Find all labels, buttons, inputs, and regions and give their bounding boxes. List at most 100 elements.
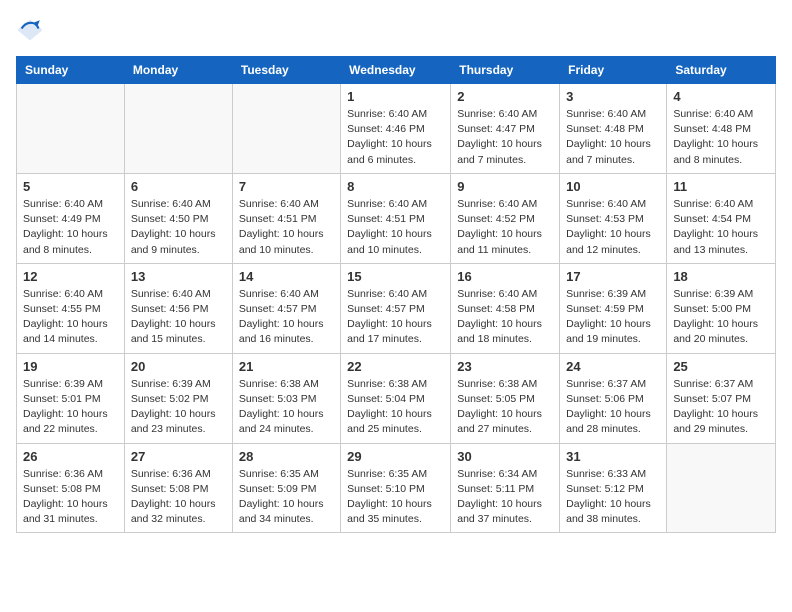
day-info: Sunrise: 6:40 AM Sunset: 4:53 PM Dayligh… [566,197,660,258]
day-number: 23 [457,359,553,374]
day-number: 18 [673,269,769,284]
week-row-2: 5 Sunrise: 6:40 AM Sunset: 4:49 PM Daylig… [17,173,776,263]
day-cell: 25Sunrise: 6:37 AM Sunset: 5:07 PM Dayli… [667,353,776,443]
day-info: Sunrise: 6:40 AM Sunset: 4:48 PM Dayligh… [673,107,769,168]
day-info: Sunrise: 6:38 AM Sunset: 5:04 PM Dayligh… [347,377,444,438]
day-number: 6 [131,179,226,194]
day-number: 26 [23,449,118,464]
day-info: Sunrise: 6:40 AM Sunset: 4:57 PM Dayligh… [239,287,334,348]
day-cell: 31Sunrise: 6:33 AM Sunset: 5:12 PM Dayli… [560,443,667,533]
day-info: Sunrise: 6:40 AM Sunset: 4:54 PM Dayligh… [673,197,769,258]
day-cell: 14 Sunrise: 6:40 AM Sunset: 4:57 PM Dayli… [232,263,340,353]
header-tuesday: Tuesday [232,57,340,84]
day-number: 22 [347,359,444,374]
day-number: 19 [23,359,118,374]
week-row-5: 26 Sunrise: 6:36 AM Sunset: 5:08 PM Dayli… [17,443,776,533]
day-cell: 9 Sunrise: 6:40 AM Sunset: 4:52 PM Daylig… [451,173,560,263]
day-number: 3 [566,89,660,104]
week-row-4: 19 Sunrise: 6:39 AM Sunset: 5:01 PM Dayli… [17,353,776,443]
day-cell: 19 Sunrise: 6:39 AM Sunset: 5:01 PM Dayli… [17,353,125,443]
day-number: 15 [347,269,444,284]
day-info: Sunrise: 6:35 AM Sunset: 5:09 PM Dayligh… [239,467,334,528]
day-number: 4 [673,89,769,104]
day-cell: 27 Sunrise: 6:36 AM Sunset: 5:08 PM Dayli… [124,443,232,533]
page-header [16,16,776,44]
day-number: 31 [566,449,660,464]
day-number: 13 [131,269,226,284]
day-number: 11 [673,179,769,194]
day-cell: 15 Sunrise: 6:40 AM Sunset: 4:57 PM Dayli… [341,263,451,353]
day-info: Sunrise: 6:39 AM Sunset: 5:00 PM Dayligh… [673,287,769,348]
header-thursday: Thursday [451,57,560,84]
day-number: 1 [347,89,444,104]
week-row-1: 1 Sunrise: 6:40 AM Sunset: 4:46 PM Daylig… [17,84,776,174]
day-number: 9 [457,179,553,194]
day-cell: 20Sunrise: 6:39 AM Sunset: 5:02 PM Dayli… [124,353,232,443]
day-number: 27 [131,449,226,464]
day-cell: 18 Sunrise: 6:39 AM Sunset: 5:00 PM Dayli… [667,263,776,353]
day-cell: 22 Sunrise: 6:38 AM Sunset: 5:04 PM Dayli… [341,353,451,443]
day-cell: 6 Sunrise: 6:40 AM Sunset: 4:50 PM Daylig… [124,173,232,263]
header-saturday: Saturday [667,57,776,84]
day-info: Sunrise: 6:40 AM Sunset: 4:46 PM Dayligh… [347,107,444,168]
day-number: 14 [239,269,334,284]
day-info: Sunrise: 6:40 AM Sunset: 4:49 PM Dayligh… [23,197,118,258]
day-cell: 17 Sunrise: 6:39 AM Sunset: 4:59 PM Dayli… [560,263,667,353]
day-cell: 10 Sunrise: 6:40 AM Sunset: 4:53 PM Dayli… [560,173,667,263]
logo-icon [16,16,44,44]
day-info: Sunrise: 6:40 AM Sunset: 4:50 PM Dayligh… [131,197,226,258]
day-info: Sunrise: 6:40 AM Sunset: 4:51 PM Dayligh… [239,197,334,258]
day-info: Sunrise: 6:40 AM Sunset: 4:47 PM Dayligh… [457,107,553,168]
day-number: 29 [347,449,444,464]
week-row-3: 12 Sunrise: 6:40 AM Sunset: 4:55 PM Dayli… [17,263,776,353]
day-number: 5 [23,179,118,194]
day-cell: 12 Sunrise: 6:40 AM Sunset: 4:55 PM Dayli… [17,263,125,353]
day-cell: 30Sunrise: 6:34 AM Sunset: 5:11 PM Dayli… [451,443,560,533]
day-cell [667,443,776,533]
day-info: Sunrise: 6:40 AM Sunset: 4:57 PM Dayligh… [347,287,444,348]
day-info: Sunrise: 6:40 AM Sunset: 4:55 PM Dayligh… [23,287,118,348]
day-number: 16 [457,269,553,284]
day-cell [17,84,125,174]
day-cell: 29Sunrise: 6:35 AM Sunset: 5:10 PM Dayli… [341,443,451,533]
day-cell: 8Sunrise: 6:40 AM Sunset: 4:51 PM Daylig… [341,173,451,263]
calendar-table: SundayMondayTuesdayWednesdayThursdayFrid… [16,56,776,533]
day-cell: 4 Sunrise: 6:40 AM Sunset: 4:48 PM Daylig… [667,84,776,174]
day-number: 7 [239,179,334,194]
day-number: 24 [566,359,660,374]
day-cell: 16Sunrise: 6:40 AM Sunset: 4:58 PM Dayli… [451,263,560,353]
header-monday: Monday [124,57,232,84]
day-cell: 7 Sunrise: 6:40 AM Sunset: 4:51 PM Daylig… [232,173,340,263]
day-info: Sunrise: 6:36 AM Sunset: 5:08 PM Dayligh… [23,467,118,528]
day-info: Sunrise: 6:40 AM Sunset: 4:48 PM Dayligh… [566,107,660,168]
day-cell: 21 Sunrise: 6:38 AM Sunset: 5:03 PM Dayli… [232,353,340,443]
day-info: Sunrise: 6:39 AM Sunset: 5:01 PM Dayligh… [23,377,118,438]
header-friday: Friday [560,57,667,84]
day-cell [124,84,232,174]
day-number: 25 [673,359,769,374]
day-info: Sunrise: 6:36 AM Sunset: 5:08 PM Dayligh… [131,467,226,528]
logo [16,16,48,44]
day-cell: 1 Sunrise: 6:40 AM Sunset: 4:46 PM Daylig… [341,84,451,174]
day-info: Sunrise: 6:38 AM Sunset: 5:05 PM Dayligh… [457,377,553,438]
day-number: 8 [347,179,444,194]
header-wednesday: Wednesday [341,57,451,84]
header-sunday: Sunday [17,57,125,84]
day-number: 21 [239,359,334,374]
day-cell: 26 Sunrise: 6:36 AM Sunset: 5:08 PM Dayli… [17,443,125,533]
day-info: Sunrise: 6:34 AM Sunset: 5:11 PM Dayligh… [457,467,553,528]
day-info: Sunrise: 6:39 AM Sunset: 5:02 PM Dayligh… [131,377,226,438]
day-cell: 5 Sunrise: 6:40 AM Sunset: 4:49 PM Daylig… [17,173,125,263]
day-info: Sunrise: 6:38 AM Sunset: 5:03 PM Dayligh… [239,377,334,438]
day-number: 12 [23,269,118,284]
day-number: 17 [566,269,660,284]
day-info: Sunrise: 6:39 AM Sunset: 4:59 PM Dayligh… [566,287,660,348]
day-cell: 24Sunrise: 6:37 AM Sunset: 5:06 PM Dayli… [560,353,667,443]
day-cell [232,84,340,174]
day-cell: 28 Sunrise: 6:35 AM Sunset: 5:09 PM Dayli… [232,443,340,533]
day-number: 10 [566,179,660,194]
day-cell: 13Sunrise: 6:40 AM Sunset: 4:56 PM Dayli… [124,263,232,353]
day-info: Sunrise: 6:40 AM Sunset: 4:52 PM Dayligh… [457,197,553,258]
day-number: 28 [239,449,334,464]
day-cell: 11 Sunrise: 6:40 AM Sunset: 4:54 PM Dayli… [667,173,776,263]
